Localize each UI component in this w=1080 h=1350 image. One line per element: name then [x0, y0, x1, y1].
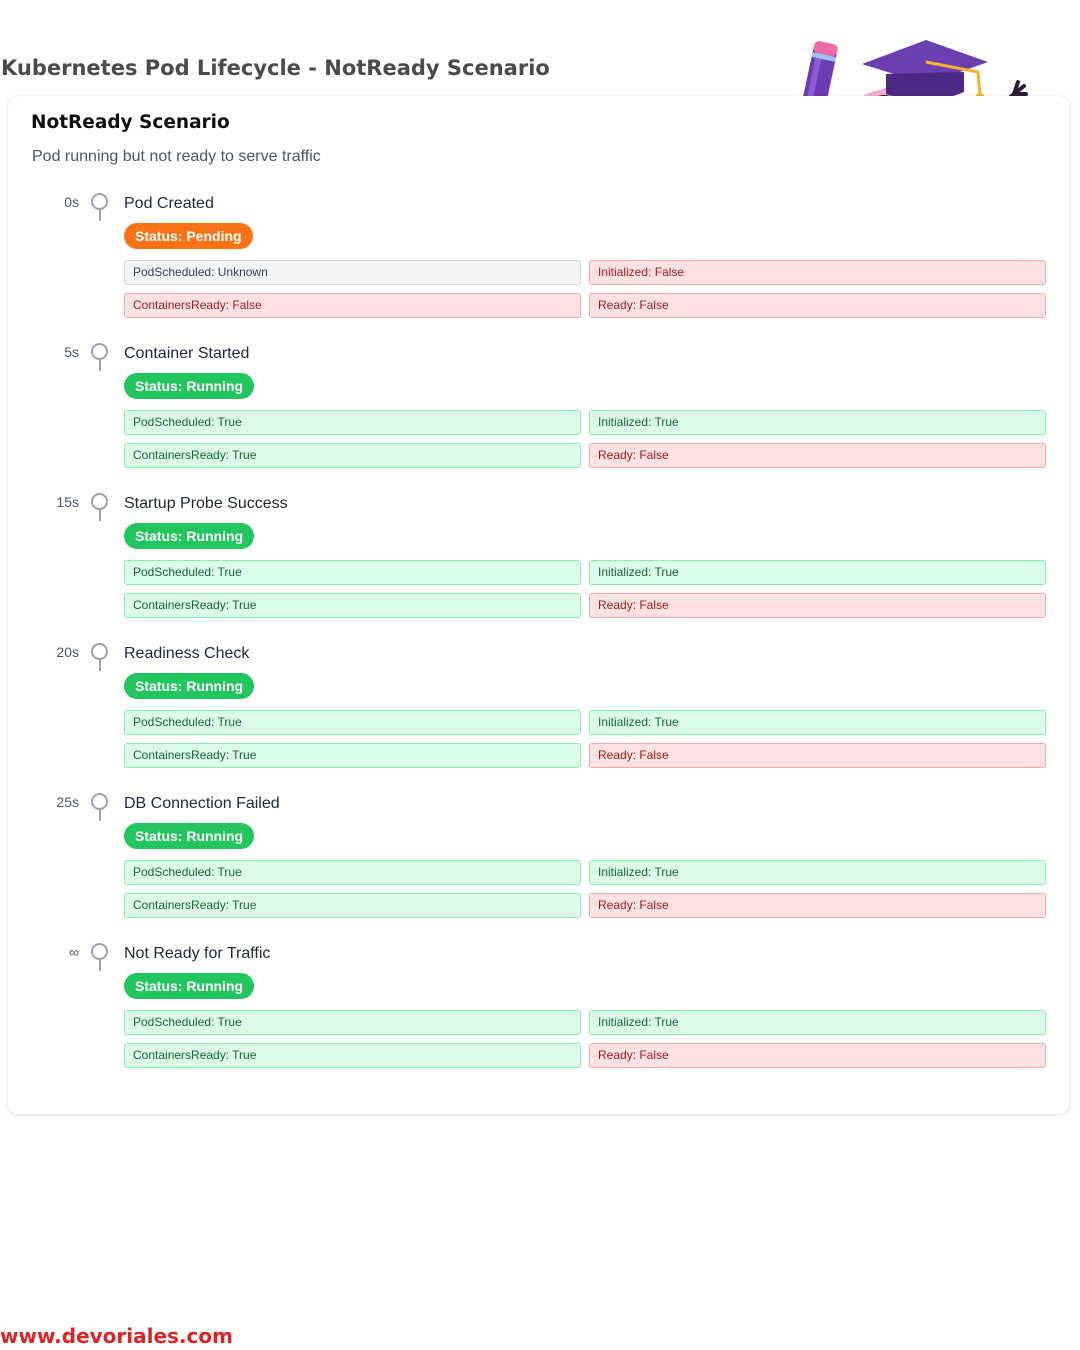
status-badge: Status: Running	[124, 973, 255, 999]
footer-url[interactable]: www.devoriales.com	[0, 1324, 233, 1348]
conditions-grid: PodScheduled: True Initialized: True Conta…	[124, 560, 1046, 618]
condition-chip: Ready: False	[589, 293, 1046, 318]
timeline-marker-icon	[91, 343, 108, 360]
timeline-marker-icon	[91, 793, 108, 810]
condition-chip: PodScheduled: True	[124, 1010, 581, 1035]
condition-chip: PodScheduled: Unknown	[124, 260, 581, 285]
timeline-step: 20s Readiness Check Status: Running PodSche…	[8, 639, 1069, 789]
card-subtitle: Pod running but not ready to serve traff…	[32, 148, 321, 165]
step-title: Readiness Check	[124, 645, 250, 662]
condition-chip: Initialized: True	[589, 560, 1046, 585]
step-time: ∞	[69, 944, 79, 960]
step-title: Startup Probe Success	[124, 495, 288, 512]
timeline-marker-icon	[91, 493, 108, 510]
condition-chip: Initialized: True	[589, 410, 1046, 435]
status-badge: Status: Running	[124, 523, 255, 549]
conditions-grid: PodScheduled: Unknown Initialized: False C…	[124, 260, 1046, 318]
conditions-grid: PodScheduled: True Initialized: True Conta…	[124, 860, 1046, 918]
status-badge: Status: Pending	[124, 223, 253, 249]
step-title: DB Connection Failed	[124, 795, 280, 812]
condition-chip: PodScheduled: True	[124, 410, 581, 435]
step-time: 20s	[56, 644, 79, 660]
timeline-connector	[99, 659, 101, 671]
conditions-grid: PodScheduled: True Initialized: True Conta…	[124, 1010, 1046, 1068]
condition-chip: ContainersReady: True	[124, 743, 581, 768]
step-time: 5s	[64, 344, 79, 360]
page-title: Kubernetes Pod Lifecycle - NotReady Scen…	[1, 56, 550, 80]
step-time: 15s	[56, 494, 79, 510]
timeline-marker-icon	[91, 643, 108, 660]
timeline-connector	[99, 959, 101, 971]
condition-chip: PodScheduled: True	[124, 560, 581, 585]
timeline-marker-icon	[91, 943, 108, 960]
condition-chip: ContainersReady: True	[124, 443, 581, 468]
step-time: 25s	[56, 794, 79, 810]
timeline-connector	[99, 809, 101, 821]
condition-chip: ContainersReady: True	[124, 893, 581, 918]
condition-chip: PodScheduled: True	[124, 860, 581, 885]
timeline-marker-icon	[91, 193, 108, 210]
timeline-connector	[99, 509, 101, 521]
card-title: NotReady Scenario	[31, 112, 230, 133]
timeline-step: 15s Startup Probe Success Status: Running P…	[8, 489, 1069, 639]
timeline-connector	[99, 209, 101, 221]
timeline-connector	[99, 359, 101, 371]
step-time: 0s	[64, 194, 79, 210]
timeline: 0s Pod Created Status: Pending PodScheduled…	[8, 189, 1069, 1089]
timeline-step: 0s Pod Created Status: Pending PodScheduled…	[8, 189, 1069, 339]
status-badge: Status: Running	[124, 373, 255, 399]
conditions-grid: PodScheduled: True Initialized: True Conta…	[124, 410, 1046, 468]
timeline-step: 25s DB Connection Failed Status: Running Po…	[8, 789, 1069, 939]
condition-chip: Ready: False	[589, 443, 1046, 468]
condition-chip: ContainersReady: True	[124, 1043, 581, 1068]
timeline-step: ∞ Not Ready for Traffic Status: Running Pod…	[8, 939, 1069, 1089]
status-badge: Status: Running	[124, 823, 255, 849]
condition-chip: ContainersReady: True	[124, 593, 581, 618]
condition-chip: Initialized: True	[589, 1010, 1046, 1035]
condition-chip: Ready: False	[589, 893, 1046, 918]
condition-chip: ContainersReady: False	[124, 293, 581, 318]
condition-chip: Initialized: True	[589, 860, 1046, 885]
condition-chip: PodScheduled: True	[124, 710, 581, 735]
condition-chip: Initialized: False	[589, 260, 1046, 285]
step-title: Not Ready for Traffic	[124, 945, 271, 962]
conditions-grid: PodScheduled: True Initialized: True Conta…	[124, 710, 1046, 768]
scenario-card: NotReady Scenario Pod running but not re…	[8, 96, 1069, 1114]
condition-chip: Ready: False	[589, 743, 1046, 768]
condition-chip: Initialized: True	[589, 710, 1046, 735]
condition-chip: Ready: False	[589, 593, 1046, 618]
condition-chip: Ready: False	[589, 1043, 1046, 1068]
step-title: Container Started	[124, 345, 250, 362]
status-badge: Status: Running	[124, 673, 255, 699]
step-title: Pod Created	[124, 195, 214, 212]
timeline-step: 5s Container Started Status: Running PodSch…	[8, 339, 1069, 489]
